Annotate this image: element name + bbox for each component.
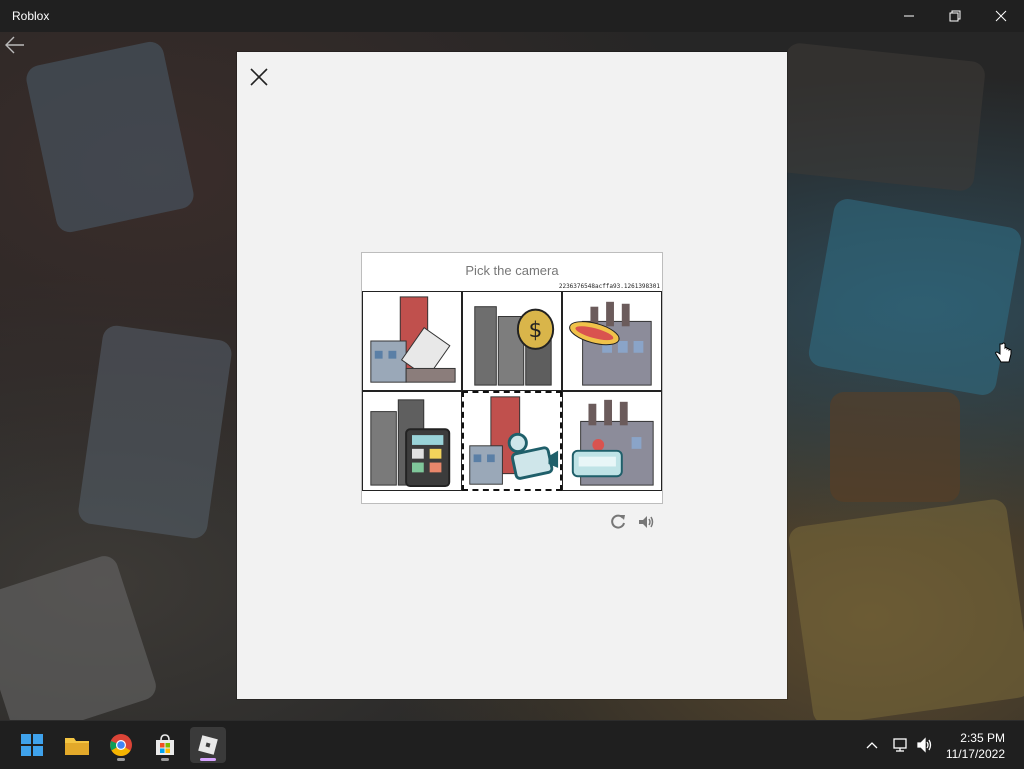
svg-text:$: $ <box>529 318 543 343</box>
arrow-left-icon <box>5 36 24 54</box>
close-icon <box>250 68 268 86</box>
chevron-up-icon[interactable] <box>864 737 880 753</box>
chrome-icon <box>110 734 132 756</box>
clock-time: 2:35 PM <box>960 731 1005 745</box>
taskbar: 2:35 PM 11/17/2022 <box>0 720 1024 769</box>
microsoft-store-icon <box>156 734 174 755</box>
refresh-icon <box>611 514 625 529</box>
microsoft-store-button[interactable] <box>147 727 183 763</box>
network-icon[interactable] <box>892 737 908 753</box>
audio-icon <box>639 516 654 528</box>
close-window-button[interactable] <box>978 0 1024 32</box>
skyscraper-money-bag-image: $ <box>474 306 555 386</box>
factory-hotdog-image <box>569 301 652 386</box>
captcha-tile-2[interactable]: $ <box>462 291 562 391</box>
captcha-tile-6[interactable] <box>562 391 662 491</box>
file-explorer-button[interactable] <box>59 727 95 763</box>
back-arrow-button[interactable] <box>4 36 26 54</box>
captcha-tile-5[interactable] <box>462 391 562 491</box>
restore-icon <box>949 10 961 22</box>
building-refrigerator-image <box>370 296 456 383</box>
file-explorer-icon <box>65 738 89 755</box>
chrome-button[interactable] <box>103 727 139 763</box>
roblox-icon <box>198 735 218 755</box>
captcha-prompt: Pick the camera <box>465 263 559 278</box>
volume-icon[interactable] <box>916 737 932 753</box>
building-movie-camera-image <box>469 396 559 485</box>
start-button[interactable] <box>14 727 50 763</box>
clock[interactable]: 2:35 PM 11/17/2022 <box>946 730 1005 762</box>
captcha-modal: Pick the camera 2236376548acffa93.126139… <box>237 52 787 699</box>
close-modal-button[interactable] <box>249 67 269 87</box>
captcha-tile-3[interactable] <box>562 291 662 391</box>
captcha-tile-4[interactable] <box>362 391 462 491</box>
restore-button[interactable] <box>932 0 978 32</box>
roblox-button[interactable] <box>190 727 226 763</box>
close-icon <box>995 10 1007 22</box>
captcha-grid: $ <box>362 291 662 491</box>
refresh-button[interactable] <box>609 513 627 531</box>
captcha-tools <box>609 513 655 531</box>
factory-sofa-image <box>571 399 654 486</box>
captcha-hash: 2236376548acffa93.1261398301 <box>558 283 660 290</box>
window-title: Roblox <box>12 9 50 23</box>
minimize-button[interactable] <box>886 0 932 32</box>
minimize-icon <box>904 15 914 17</box>
skyscraper-calculator-image <box>370 399 451 488</box>
hand-cursor-icon <box>994 342 1012 366</box>
clock-date: 11/17/2022 <box>945 747 1005 761</box>
window-titlebar: Roblox <box>0 0 1024 32</box>
captcha-challenge: Pick the camera 2236376548acffa93.126139… <box>361 252 663 504</box>
captcha-tile-1[interactable] <box>362 291 462 391</box>
audio-button[interactable] <box>637 513 655 531</box>
start-icon <box>21 734 43 756</box>
